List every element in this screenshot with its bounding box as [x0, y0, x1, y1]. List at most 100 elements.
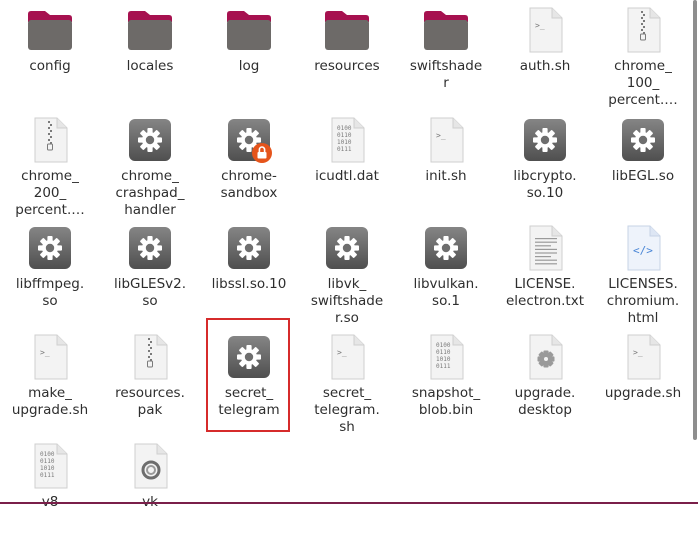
file-label: resources — [314, 58, 380, 74]
file-label: swiftshade r — [409, 58, 483, 91]
executable-icon — [521, 110, 569, 164]
svg-text:0111: 0111 — [337, 146, 352, 153]
file-item-chrome-crashpad-handler[interactable]: chrome_ crashpad_ handler — [101, 110, 199, 218]
file-label: secret_ telegram — [218, 385, 280, 418]
svg-text:0100: 0100 — [40, 451, 55, 458]
executable-icon — [225, 327, 273, 381]
file-label: libssl.so.10 — [211, 276, 287, 292]
file-item-chrome-200-percent-pak[interactable]: chrome_ 200_ percent.… — [1, 110, 99, 218]
svg-text:</>: </> — [633, 244, 653, 257]
file-label: libEGL.so — [611, 168, 675, 184]
file-item-icudtl-dat[interactable]: 0100 0110 1010 0111 icudtl.dat — [298, 110, 396, 218]
file-item-snapshot-blob-bin[interactable]: 0100 0110 1010 0111 snapshot_ blob.bin — [397, 327, 495, 435]
executable-icon — [225, 218, 273, 272]
file-item-auth-sh[interactable]: >_ auth.sh — [496, 0, 594, 108]
archive-file-icon — [619, 0, 667, 54]
file-item-resources-pak[interactable]: resources. pak — [101, 327, 199, 435]
file-label: auth.sh — [519, 58, 571, 74]
file-label: LICENSE. electron.txt — [505, 276, 584, 309]
file-label: chrome_ 200_ percent.… — [15, 168, 85, 218]
file-label: libvk_ swiftshade r.so — [310, 276, 384, 326]
binary-file-icon: 0100 0110 1010 0111 — [26, 436, 74, 490]
file-grid: config locales log resources swiftshade r >_… — [0, 0, 692, 510]
svg-text:>_: >_ — [633, 348, 643, 357]
file-item-upgrade-sh[interactable]: >_ upgrade.sh — [594, 327, 692, 435]
executable-icon — [225, 110, 273, 164]
file-label: LICENSES. chromium. html — [606, 276, 680, 326]
archive-file-icon — [126, 327, 174, 381]
file-label: chrome_ crashpad_ handler — [115, 168, 185, 218]
file-item-log[interactable]: log — [200, 0, 298, 108]
script-file-icon: >_ — [26, 327, 74, 381]
svg-text:1010: 1010 — [337, 139, 352, 146]
vertical-scrollbar[interactable] — [693, 0, 697, 440]
html-file-icon: </> — [619, 218, 667, 272]
file-label: resources. pak — [115, 385, 185, 418]
file-item-locales[interactable]: locales — [101, 0, 199, 108]
file-item-init-sh[interactable]: >_ init.sh — [397, 110, 495, 218]
file-item-swiftshader[interactable]: swiftshade r — [397, 0, 495, 108]
file-item-licenses-chromium-html[interactable]: </> LICENSES. chromium. html — [594, 218, 692, 326]
svg-text:>_: >_ — [535, 21, 545, 30]
file-label: libGLESv2. so — [113, 276, 187, 309]
file-label: chrome- sandbox — [220, 168, 278, 201]
file-item-secret-telegram[interactable]: secret_ telegram — [200, 327, 298, 435]
folder-icon — [26, 0, 74, 54]
generic-file-icon — [126, 436, 174, 490]
executable-icon — [323, 218, 371, 272]
file-item-libvulkan-so-1[interactable]: libvulkan. so.1 — [397, 218, 495, 326]
file-item-vk[interactable]: vk — [101, 436, 199, 544]
file-label: libvulkan. so.1 — [413, 276, 479, 309]
file-label: locales — [126, 58, 174, 74]
file-item-chrome-sandbox[interactable]: chrome- sandbox — [200, 110, 298, 218]
file-item-libegl-so[interactable]: libEGL.so — [594, 110, 692, 218]
file-label: init.sh — [425, 168, 467, 184]
file-item-license-electron-txt[interactable]: LICENSE. electron.txt — [496, 218, 594, 326]
folder-icon — [323, 0, 371, 54]
executable-icon — [422, 218, 470, 272]
file-item-upgrade-desktop[interactable]: upgrade. desktop — [496, 327, 594, 435]
file-label: libffmpeg. so — [15, 276, 85, 309]
svg-text:0111: 0111 — [436, 363, 451, 370]
svg-text:1010: 1010 — [40, 465, 55, 472]
desktop-file-icon — [521, 327, 569, 381]
svg-text:0110: 0110 — [337, 132, 352, 139]
file-item-chrome-100-percent-pak[interactable]: chrome_ 100_ percent.… — [594, 0, 692, 108]
file-label: upgrade.sh — [604, 385, 682, 401]
file-item-libcrypto-so-10[interactable]: libcrypto. so.10 — [496, 110, 594, 218]
file-label: snapshot_ blob.bin — [411, 385, 481, 418]
folder-icon — [126, 0, 174, 54]
executable-icon — [126, 218, 174, 272]
file-label: upgrade. desktop — [514, 385, 576, 418]
binary-file-icon: 0100 0110 1010 0111 — [422, 327, 470, 381]
svg-text:0110: 0110 — [40, 458, 55, 465]
file-label: icudtl.dat — [315, 168, 379, 184]
executable-icon — [619, 110, 667, 164]
file-label: libcrypto. so.10 — [513, 168, 577, 201]
file-label: chrome_ 100_ percent.… — [608, 58, 678, 108]
folder-icon — [225, 0, 273, 54]
script-file-icon: >_ — [323, 327, 371, 381]
file-item-v8[interactable]: 0100 0110 1010 0111 v8 — [1, 436, 99, 544]
file-item-libvk-swiftshader-so[interactable]: libvk_ swiftshade r.so — [298, 218, 396, 326]
svg-text:>_: >_ — [40, 348, 50, 357]
file-item-libffmpeg-so[interactable]: libffmpeg. so — [1, 218, 99, 326]
text-file-icon — [521, 218, 569, 272]
executable-icon — [26, 218, 74, 272]
svg-text:0100: 0100 — [436, 342, 451, 349]
svg-text:>_: >_ — [436, 131, 446, 140]
file-label: log — [238, 58, 260, 74]
file-item-libglesv2-so[interactable]: libGLESv2. so — [101, 218, 199, 326]
folder-icon — [422, 0, 470, 54]
executable-icon — [126, 110, 174, 164]
file-item-config[interactable]: config — [1, 0, 99, 108]
archive-file-icon — [26, 110, 74, 164]
svg-text:0111: 0111 — [40, 472, 55, 479]
file-item-secret-telegram-sh[interactable]: >_ secret_ telegram. sh — [298, 327, 396, 435]
file-label: secret_ telegram. sh — [314, 385, 380, 435]
file-item-make-upgrade-sh[interactable]: >_ make_ upgrade.sh — [1, 327, 99, 435]
file-item-libssl-so-10[interactable]: libssl.so.10 — [200, 218, 298, 326]
file-item-resources[interactable]: resources — [298, 0, 396, 108]
script-file-icon: >_ — [422, 110, 470, 164]
svg-text:1010: 1010 — [436, 356, 451, 363]
